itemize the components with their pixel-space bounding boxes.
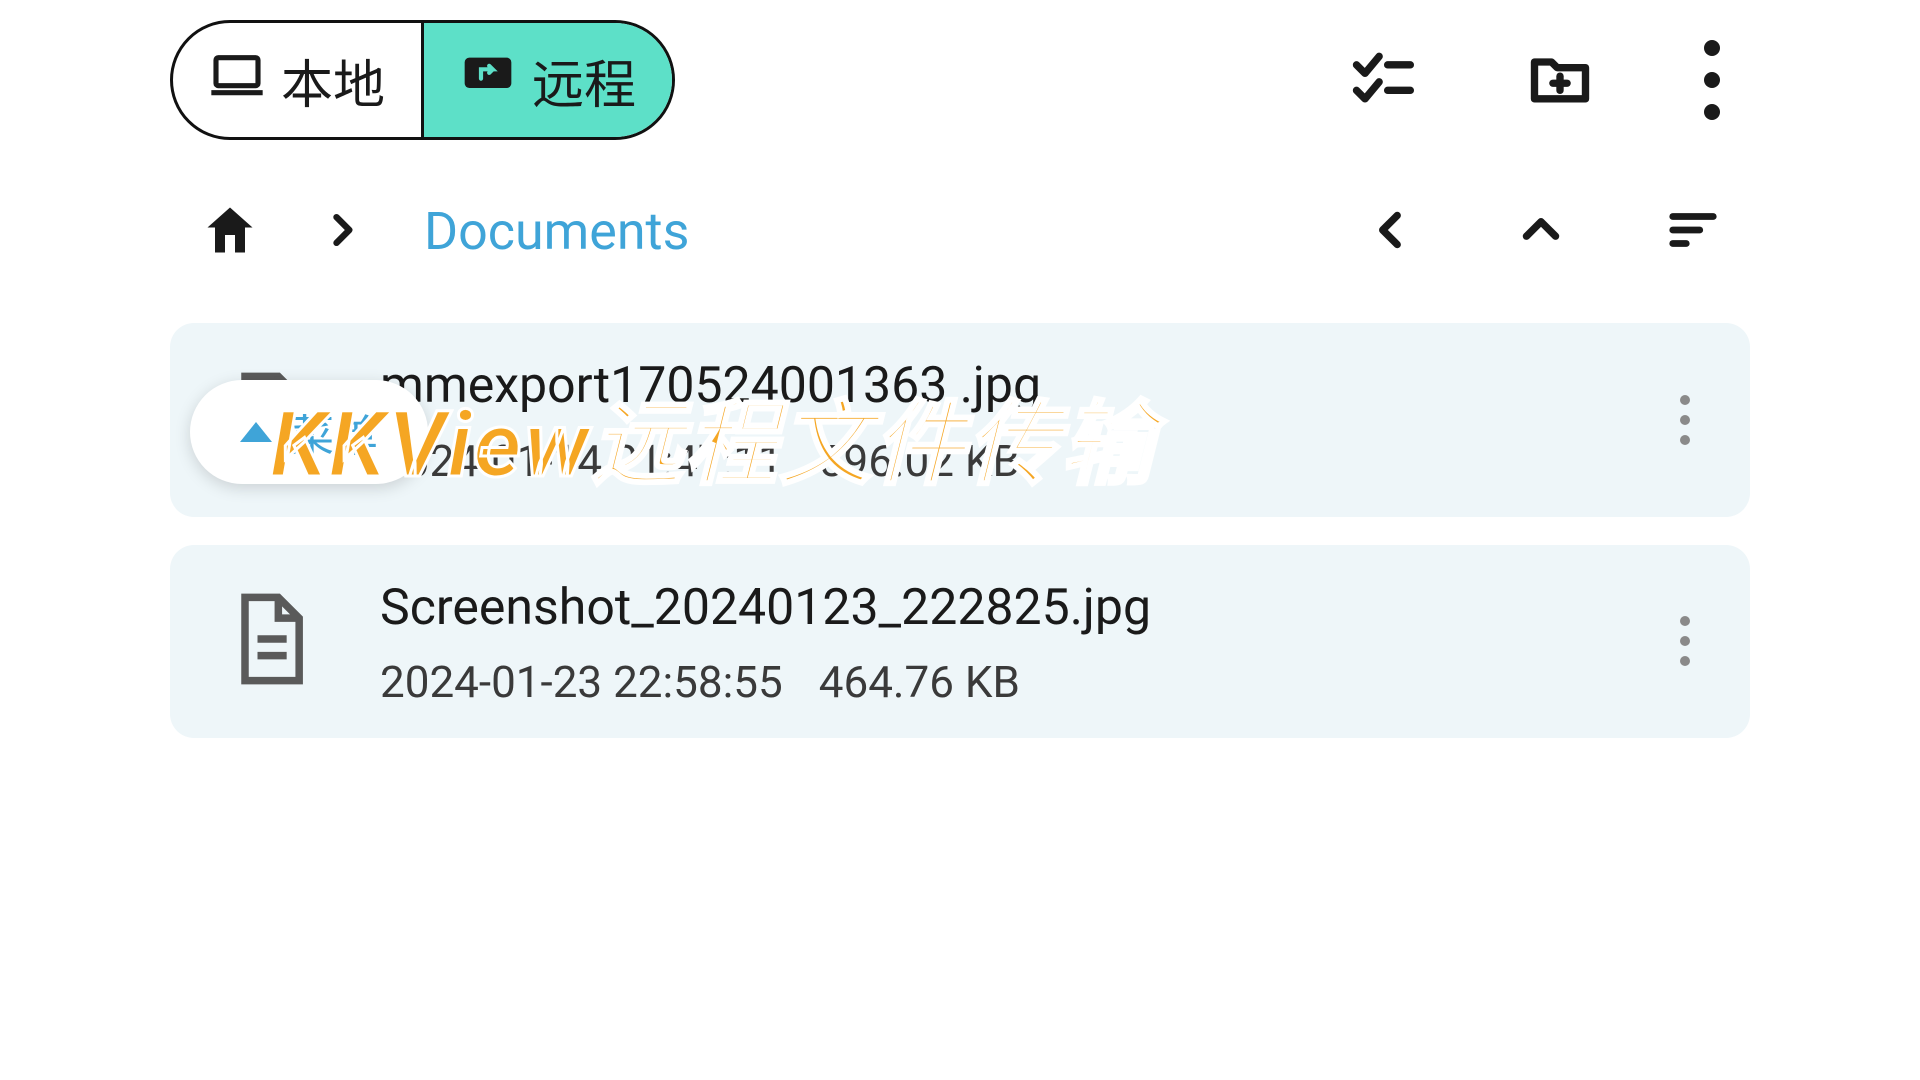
breadcrumb-actions <box>1366 203 1720 260</box>
segment-remote-label: 远程 <box>532 43 636 118</box>
file-more-button[interactable] <box>1660 606 1710 676</box>
home-icon <box>200 200 260 263</box>
chevron-right-icon <box>320 208 364 256</box>
more-vertical-icon <box>1704 40 1720 120</box>
segment-local[interactable]: 本地 <box>173 23 421 137</box>
file-meta: 2024-01-14 21:47:11 596.02 KB <box>380 435 1600 487</box>
chevron-left-icon <box>1366 205 1416 258</box>
segment-remote[interactable]: 远程 <box>421 23 672 137</box>
top-actions <box>1348 40 1750 120</box>
top-toolbar: 本地 远程 <box>170 20 1750 140</box>
more-options-button[interactable] <box>1704 40 1720 120</box>
file-document-icon <box>220 589 320 693</box>
sort-icon <box>1666 203 1720 260</box>
more-vertical-icon <box>1680 395 1690 445</box>
file-list: mmexport170524001363 .jpg 2024-01-14 21:… <box>170 323 1750 738</box>
triangle-up-icon <box>240 422 272 442</box>
file-item[interactable]: Screenshot_20240123_222825.jpg 2024-01-2… <box>170 545 1750 739</box>
multi-select-button[interactable] <box>1348 45 1416 116</box>
file-size: 596.02 KB <box>819 435 1020 487</box>
sort-button[interactable] <box>1666 203 1720 260</box>
share-screen-icon <box>460 46 516 115</box>
breadcrumb-bar: Documents <box>170 200 1750 263</box>
segment-local-label: 本地 <box>281 43 385 118</box>
menu-chip[interactable]: 菜单 <box>190 380 428 484</box>
file-date: 2024-01-14 21:47:11 <box>380 435 783 487</box>
file-date: 2024-01-23 22:58:55 <box>380 656 783 708</box>
laptop-icon <box>209 46 265 115</box>
home-button[interactable] <box>200 200 260 263</box>
breadcrumb-current[interactable]: Documents <box>424 201 689 262</box>
nav-up-button[interactable] <box>1516 205 1566 258</box>
file-name: Screenshot_20240123_222825.jpg <box>380 575 1600 643</box>
new-folder-button[interactable] <box>1526 45 1594 116</box>
breadcrumb: Documents <box>200 200 689 263</box>
file-info: Screenshot_20240123_222825.jpg 2024-01-2… <box>380 575 1600 709</box>
menu-chip-label: 菜单 <box>290 400 378 464</box>
location-toggle: 本地 远程 <box>170 20 675 140</box>
file-meta: 2024-01-23 22:58:55 464.76 KB <box>380 656 1600 708</box>
checklist-icon <box>1348 45 1416 116</box>
file-info: mmexport170524001363 .jpg 2024-01-14 21:… <box>380 353 1600 487</box>
new-folder-icon <box>1526 45 1594 116</box>
file-name: mmexport170524001363 .jpg <box>380 353 1600 421</box>
nav-back-button[interactable] <box>1366 205 1416 258</box>
chevron-up-icon <box>1516 205 1566 258</box>
file-more-button[interactable] <box>1660 385 1710 455</box>
more-vertical-icon <box>1680 616 1690 666</box>
file-size: 464.76 KB <box>819 656 1020 708</box>
